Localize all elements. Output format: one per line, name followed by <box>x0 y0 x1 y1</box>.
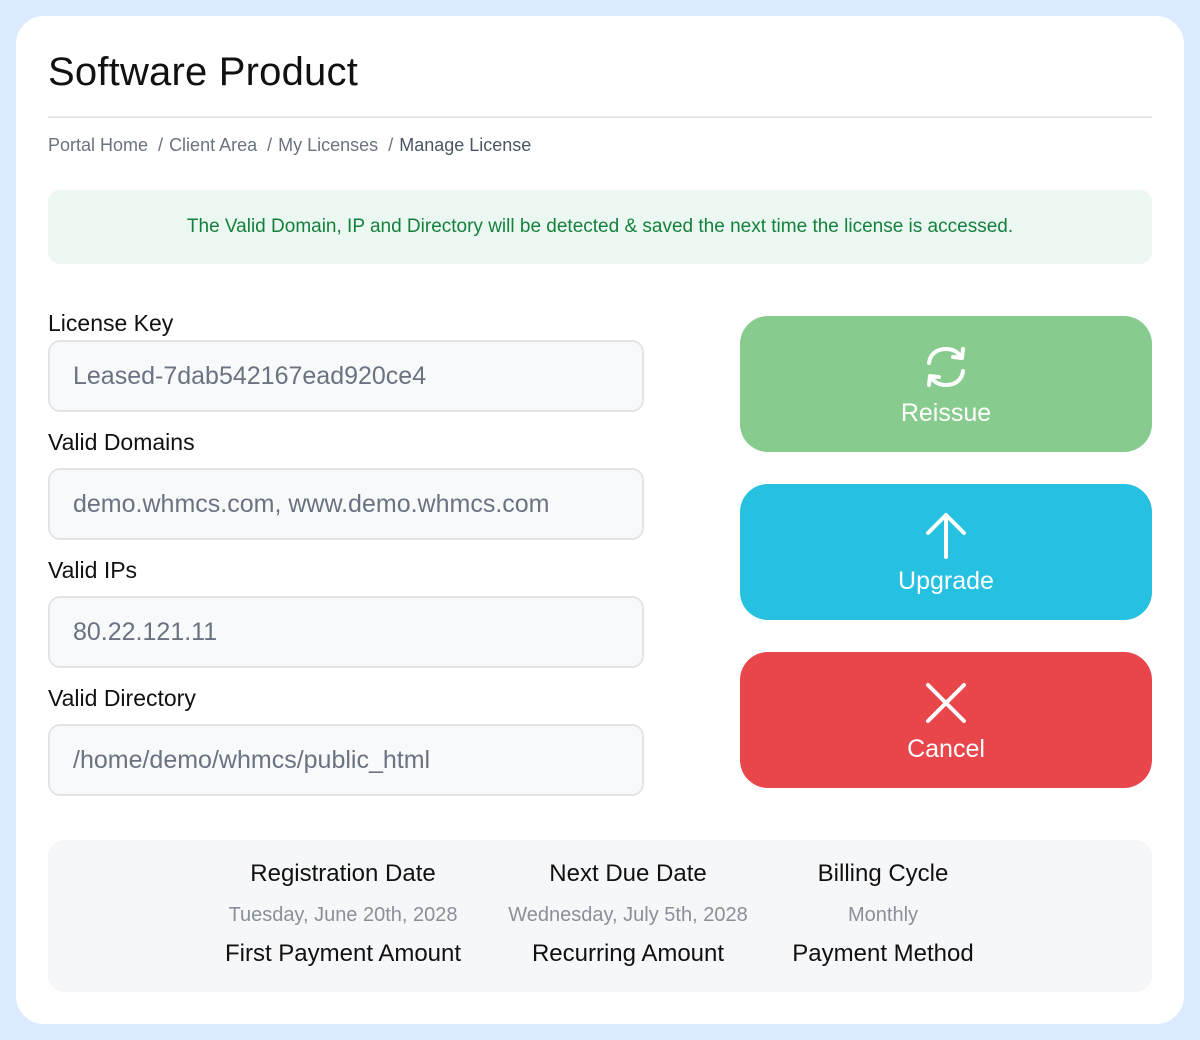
breadcrumb-client-area[interactable]: Client Area <box>169 135 257 156</box>
breadcrumb-my-licenses[interactable]: My Licenses <box>278 135 378 156</box>
reissue-button[interactable]: Reissue <box>740 316 1152 452</box>
valid-directory-label: Valid Directory <box>48 685 196 711</box>
registration-date-value: Tuesday, June 20th, 2028 <box>228 904 458 926</box>
billing-cycle-value: Monthly <box>847 904 919 926</box>
registration-date-label: Registration Date <box>250 860 436 887</box>
title-divider <box>48 116 1152 118</box>
license-key-field[interactable] <box>48 340 644 412</box>
close-icon <box>926 682 966 723</box>
upgrade-label: Upgrade <box>898 566 994 595</box>
breadcrumb-separator: / <box>158 135 164 155</box>
breadcrumb-current: Manage License <box>399 135 532 155</box>
valid-directory-field[interactable] <box>48 724 644 796</box>
valid-domains-label: Valid Domains <box>48 429 195 455</box>
breadcrumb-portal-home[interactable]: Portal Home <box>48 135 148 156</box>
first-payment-amount-label: First Payment Amount <box>224 940 462 967</box>
payment-method-label: Payment Method <box>792 940 974 967</box>
billing-info-panel: Registration Date Tuesday, June 20th, 20… <box>48 840 1152 992</box>
license-key-label: License Key <box>48 310 174 336</box>
valid-ips-field[interactable] <box>48 596 644 668</box>
breadcrumb: Portal Home / Client Area / My Licenses … <box>48 135 531 156</box>
valid-domains-field[interactable] <box>48 468 644 540</box>
arrow-up-icon <box>926 512 966 559</box>
license-card: Software Product Portal Home / Client Ar… <box>16 16 1184 1024</box>
valid-ips-label: Valid IPs <box>48 557 138 583</box>
page-title: Software Product <box>48 50 359 94</box>
info-alert: The Valid Domain, IP and Directory will … <box>48 190 1152 264</box>
cancel-label: Cancel <box>907 734 985 763</box>
breadcrumb-separator: / <box>388 135 394 155</box>
reissue-label: Reissue <box>900 398 992 427</box>
alert-message: The Valid Domain, IP and Directory will … <box>186 216 1014 237</box>
upgrade-button[interactable]: Upgrade <box>740 484 1152 620</box>
billing-cycle-label: Billing Cycle <box>817 860 949 887</box>
cancel-button[interactable]: Cancel <box>740 652 1152 788</box>
refresh-icon <box>927 346 965 387</box>
breadcrumb-separator: / <box>267 135 273 155</box>
